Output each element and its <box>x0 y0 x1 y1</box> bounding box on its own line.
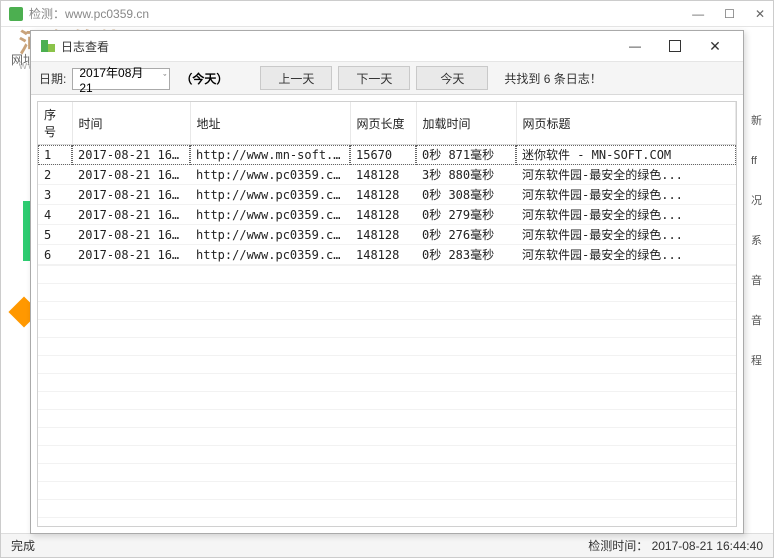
cell-load: 3秒 880毫秒 <box>416 165 516 185</box>
dialog-close-button[interactable] <box>695 32 735 60</box>
cell-url: http://www.pc0359.cn/ <box>190 205 350 225</box>
table-header-row: 序号 时间 地址 网页长度 加载时间 网页标题 <box>38 102 736 145</box>
cell-load: 0秒 279毫秒 <box>416 205 516 225</box>
status-time-value: 2017-08-21 16:44:40 <box>652 539 763 553</box>
cell-time: 2017-08-21 16:3... <box>72 165 190 185</box>
frag: 音 <box>751 301 771 341</box>
cell-time: 2017-08-21 16:4... <box>72 245 190 265</box>
cell-title: 河东软件园-最安全的绿色... <box>516 185 736 205</box>
cell-load: 0秒 871毫秒 <box>416 145 516 165</box>
cell-idx: 6 <box>38 245 72 265</box>
col-header-url[interactable]: 地址 <box>190 102 350 145</box>
col-header-title[interactable]: 网页标题 <box>516 102 736 145</box>
cell-url: http://www.pc0359.cn/ <box>190 165 350 185</box>
table-row[interactable]: 22017-08-21 16:3...http://www.pc0359.cn/… <box>38 165 736 185</box>
cell-idx: 1 <box>38 145 72 165</box>
empty-rows-area <box>38 265 736 526</box>
result-prefix: 共找到 <box>504 72 540 86</box>
dialog-maximize-button[interactable] <box>655 32 695 60</box>
status-left: 完成 <box>11 537 35 554</box>
date-label: 日期: <box>39 70 66 87</box>
main-title-prefix: 检测： <box>29 5 65 22</box>
cell-len: 148128 <box>350 205 416 225</box>
date-picker[interactable]: 2017年08月21 ˇ <box>72 66 170 91</box>
cell-len: 148128 <box>350 245 416 265</box>
close-icon[interactable]: ✕ <box>755 7 765 21</box>
result-suffix: 条日志！ <box>554 72 602 86</box>
table-body: 12017-08-21 16:3...http://www.mn-soft.co… <box>38 145 736 265</box>
bg-right-fragments: 新 ff 况 系 音 音 程 <box>751 101 771 381</box>
status-time-label: 检测时间： <box>588 539 648 553</box>
cell-len: 15670 <box>350 145 416 165</box>
cell-load: 0秒 283毫秒 <box>416 245 516 265</box>
cell-title: 河东软件园-最安全的绿色... <box>516 225 736 245</box>
table-row[interactable]: 62017-08-21 16:4...http://www.pc0359.cn/… <box>38 245 736 265</box>
cell-len: 148128 <box>350 185 416 205</box>
main-window-controls: — ☐ ✕ <box>692 7 765 21</box>
table-row[interactable]: 42017-08-21 16:4...http://www.pc0359.cn/… <box>38 205 736 225</box>
table-row[interactable]: 12017-08-21 16:3...http://www.mn-soft.co… <box>38 145 736 165</box>
frag: 况 <box>751 181 771 221</box>
col-header-index[interactable]: 序号 <box>38 102 72 145</box>
dialog-icon <box>39 38 55 54</box>
cell-load: 0秒 308毫秒 <box>416 185 516 205</box>
col-header-length[interactable]: 网页长度 <box>350 102 416 145</box>
cell-time: 2017-08-21 16:4... <box>72 185 190 205</box>
cell-idx: 5 <box>38 225 72 245</box>
cell-len: 148128 <box>350 165 416 185</box>
frag: ff <box>751 141 771 181</box>
cell-len: 148128 <box>350 225 416 245</box>
cell-time: 2017-08-21 16:3... <box>72 145 190 165</box>
cell-idx: 4 <box>38 205 72 225</box>
dialog-toolbar: 日期: 2017年08月21 ˇ （今天） 上一天 下一天 今天 共找到 6 条… <box>31 61 743 95</box>
cell-time: 2017-08-21 16:4... <box>72 225 190 245</box>
dialog-window-buttons <box>615 32 735 60</box>
cell-url: http://www.pc0359.cn/ <box>190 225 350 245</box>
log-viewer-dialog: 日志查看 日期: 2017年08月21 ˇ （今天） 上一天 下一天 今天 共找… <box>30 30 744 534</box>
next-day-button[interactable]: 下一天 <box>338 66 410 90</box>
frag: 程 <box>751 341 771 381</box>
dialog-titlebar[interactable]: 日志查看 <box>31 31 743 61</box>
cell-url: http://www.pc0359.cn/ <box>190 245 350 265</box>
cell-idx: 3 <box>38 185 72 205</box>
dialog-title: 日志查看 <box>61 38 109 55</box>
cell-time: 2017-08-21 16:4... <box>72 205 190 225</box>
cell-title: 河东软件园-最安全的绿色... <box>516 245 736 265</box>
result-count-text: 共找到 6 条日志！ <box>504 70 601 87</box>
frag: 新 <box>751 101 771 141</box>
log-table-container: 序号 时间 地址 网页长度 加载时间 网页标题 12017-08-21 16:3… <box>37 101 737 527</box>
col-header-loadtime[interactable]: 加载时间 <box>416 102 516 145</box>
col-header-time[interactable]: 时间 <box>72 102 190 145</box>
cell-url: http://www.mn-soft.com/ <box>190 145 350 165</box>
status-bar: 完成 检测时间： 2017-08-21 16:44:40 <box>1 533 773 557</box>
cell-title: 河东软件园-最安全的绿色... <box>516 205 736 225</box>
result-count: 6 <box>540 72 553 86</box>
frag: 系 <box>751 221 771 261</box>
status-right: 检测时间： 2017-08-21 16:44:40 <box>588 537 763 554</box>
cell-load: 0秒 276毫秒 <box>416 225 516 245</box>
today-button[interactable]: 今天 <box>416 66 488 90</box>
date-input[interactable]: 2017年08月21 <box>72 68 170 90</box>
prev-day-button[interactable]: 上一天 <box>260 66 332 90</box>
cell-title: 迷你软件 - MN-SOFT.COM <box>516 145 736 165</box>
cell-idx: 2 <box>38 165 72 185</box>
cell-title: 河东软件园-最安全的绿色... <box>516 165 736 185</box>
dialog-minimize-button[interactable] <box>615 32 655 60</box>
main-title-url: www.pc0359.cn <box>65 7 149 21</box>
cell-url: http://www.pc0359.cn/ <box>190 185 350 205</box>
app-icon <box>9 7 23 21</box>
minimize-icon[interactable]: — <box>692 7 704 21</box>
maximize-icon[interactable]: ☐ <box>724 7 735 21</box>
frag: 音 <box>751 261 771 301</box>
table-row[interactable]: 32017-08-21 16:4...http://www.pc0359.cn/… <box>38 185 736 205</box>
log-table: 序号 时间 地址 网页长度 加载时间 网页标题 12017-08-21 16:3… <box>38 102 736 265</box>
today-label: （今天） <box>180 70 228 87</box>
table-row[interactable]: 52017-08-21 16:4...http://www.pc0359.cn/… <box>38 225 736 245</box>
